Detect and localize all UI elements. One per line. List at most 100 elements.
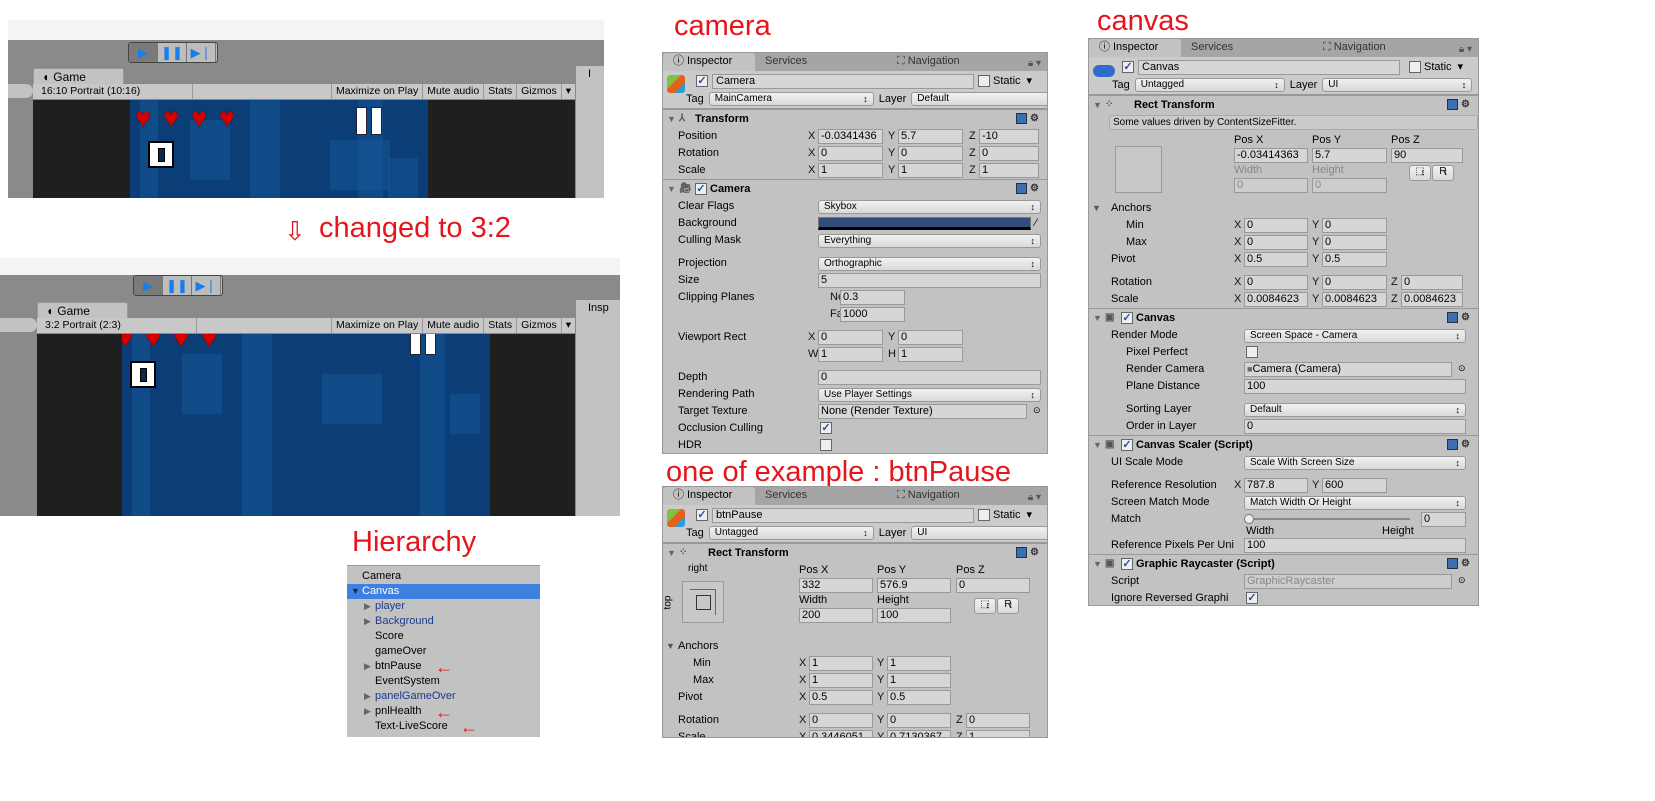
- value-field[interactable]: 0: [1322, 235, 1387, 250]
- expand-arrow-icon[interactable]: ▶: [364, 614, 371, 629]
- object-field[interactable]: GraphicRaycaster: [1244, 574, 1452, 589]
- value-field[interactable]: 0: [818, 330, 883, 345]
- step-icon[interactable]: ▶❘: [192, 276, 221, 295]
- dropdown[interactable]: Everything: [818, 234, 1041, 248]
- static-checkbox[interactable]: [1409, 61, 1421, 74]
- component-menu-icons[interactable]: ⚙: [1016, 547, 1039, 558]
- hierarchy-item-background[interactable]: ▶ Background: [347, 614, 540, 629]
- checkbox[interactable]: [820, 439, 832, 451]
- value-field[interactable]: 0: [818, 370, 1041, 385]
- checkbox[interactable]: ✓: [820, 422, 832, 434]
- hierarchy-item-btnpause[interactable]: ▶ btnPause ←: [347, 658, 540, 676]
- foldout-arrow-icon[interactable]: ▼: [1093, 100, 1102, 110]
- gizmos-chevron-icon[interactable]: ▾: [560, 318, 575, 333]
- size-field[interactable]: 0: [1234, 178, 1308, 193]
- value-field[interactable]: 1: [966, 730, 1030, 737]
- color-field[interactable]: [818, 217, 1031, 230]
- foldout-arrow-icon[interactable]: ▼: [667, 548, 676, 558]
- hierarchy-item-camera[interactable]: Camera: [347, 569, 540, 584]
- component-header[interactable]: ▼ ⁘ Rect Transform ⚙: [1089, 95, 1478, 114]
- pause-button[interactable]: [356, 107, 382, 135]
- component-menu-icons[interactable]: ⚙: [1447, 558, 1470, 569]
- value-field[interactable]: 0.0084623: [1401, 292, 1463, 307]
- aspect-dropdown[interactable]: 3:2 Portrait (2:3): [37, 318, 197, 333]
- pos-field[interactable]: 90: [1391, 148, 1463, 163]
- hierarchy-item-pnlhealth[interactable]: ▶ pnlHealth ←: [347, 703, 540, 721]
- hierarchy-item-canvas[interactable]: ▼ Canvas: [347, 584, 540, 599]
- name-input[interactable]: btnPause: [712, 508, 974, 523]
- blueprint-mode-button[interactable]: ⬚: [974, 598, 996, 614]
- raw-edit-button[interactable]: R: [1432, 165, 1454, 181]
- static-toggle[interactable]: Static ▾: [978, 508, 1032, 522]
- active-checkbox[interactable]: ✓: [696, 509, 708, 521]
- value-field[interactable]: 787.8: [1244, 478, 1308, 493]
- value-field[interactable]: 1: [809, 673, 873, 688]
- tab-services[interactable]: Services: [1181, 39, 1273, 57]
- pause-button[interactable]: [410, 334, 436, 355]
- component-header[interactable]: ▼ ⁘ Rect Transform ⚙: [663, 543, 1047, 562]
- value-field[interactable]: 1000: [840, 307, 905, 322]
- value-field[interactable]: 0: [1244, 235, 1308, 250]
- side-tab-label[interactable]: I: [576, 66, 604, 80]
- value-field[interactable]: 0: [809, 713, 873, 728]
- lock-icon[interactable]: 🔒︎ ▾: [1028, 55, 1041, 72]
- component-header[interactable]: ▼ ▣ ✓ Canvas ⚙: [1089, 308, 1478, 327]
- pause-icon[interactable]: ❚❚: [158, 43, 187, 62]
- component-header[interactable]: ▼ ▣ ✓ Graphic Raycaster (Script) ⚙: [1089, 554, 1478, 573]
- tab-inspector[interactable]: ⓘ Inspector: [1089, 39, 1181, 57]
- static-toggle[interactable]: Static ▾: [1409, 60, 1463, 74]
- anchor-preset-button[interactable]: [682, 581, 724, 623]
- toolbar-mute-audio[interactable]: Mute audio: [422, 318, 483, 333]
- static-toggle[interactable]: Static ▾: [978, 74, 1032, 88]
- toolbar-maximize-on-play[interactable]: Maximize on Play: [330, 84, 422, 99]
- value-field[interactable]: 1: [809, 656, 873, 671]
- lock-icon[interactable]: 🔒︎ ▾: [1459, 41, 1472, 58]
- object-field[interactable]: None (Render Texture): [818, 404, 1027, 419]
- value-field[interactable]: 5: [818, 273, 1041, 288]
- component-header[interactable]: ▼ ▣ ✓ Canvas Scaler (Script) ⚙: [1089, 435, 1478, 454]
- dropdown[interactable]: Skybox: [818, 200, 1041, 214]
- toolbar-gizmos[interactable]: Gizmos: [516, 84, 561, 99]
- value-field[interactable]: 1: [818, 163, 883, 178]
- checkbox[interactable]: ✓: [1246, 592, 1258, 604]
- static-checkbox[interactable]: [978, 509, 990, 522]
- component-menu-icons[interactable]: ⚙: [1447, 439, 1470, 450]
- active-checkbox[interactable]: ✓: [696, 75, 708, 87]
- value-field[interactable]: 0.0084623: [1244, 292, 1308, 307]
- active-checkbox[interactable]: ✓: [1122, 61, 1134, 73]
- value-field[interactable]: 0: [898, 146, 963, 161]
- value-field[interactable]: 0.3446051: [809, 730, 873, 737]
- blueprint-mode-button[interactable]: ⬚: [1409, 165, 1431, 181]
- hierarchy-item-score[interactable]: Score: [347, 629, 540, 644]
- component-enabled-checkbox[interactable]: ✓: [1121, 312, 1133, 324]
- value-field[interactable]: 0: [1244, 419, 1466, 434]
- toolbar-stats[interactable]: Stats: [483, 84, 516, 99]
- object-field[interactable]: ■Camera (Camera): [1244, 362, 1452, 377]
- component-menu-icons[interactable]: ⚙: [1016, 183, 1039, 194]
- component-menu-icons[interactable]: ⚙: [1447, 99, 1470, 110]
- size-field[interactable]: 200: [799, 608, 873, 623]
- value-field[interactable]: 0.3: [840, 290, 905, 305]
- toolbar-gizmos[interactable]: Gizmos: [516, 318, 561, 333]
- play-icon[interactable]: ▶: [129, 43, 158, 62]
- pause-icon[interactable]: ❚❚: [163, 276, 192, 295]
- hierarchy-item-player[interactable]: ▶ player: [347, 599, 540, 614]
- expand-arrow-icon[interactable]: ▶: [364, 689, 371, 704]
- size-field[interactable]: 100: [877, 608, 951, 623]
- value-field[interactable]: 1: [818, 347, 883, 362]
- tab-game[interactable]: ◖ Game: [37, 302, 128, 319]
- value-field[interactable]: 1: [979, 163, 1039, 178]
- tab-navigation[interactable]: ⛶ Navigation: [887, 487, 970, 505]
- tab-navigation[interactable]: ⛶ Navigation: [887, 53, 970, 71]
- layer-dropdown[interactable]: Default: [911, 92, 1047, 106]
- object-picker-icon[interactable]: ⊙: [1458, 575, 1466, 586]
- value-field[interactable]: 0: [966, 713, 1030, 728]
- component-enabled-checkbox[interactable]: ✓: [695, 183, 707, 195]
- component-enabled-checkbox[interactable]: ✓: [1121, 558, 1133, 570]
- hierarchy-item-eventsystem[interactable]: EventSystem: [347, 674, 540, 689]
- foldout-arrow-icon[interactable]: ▼: [1093, 559, 1102, 569]
- static-dropdown-icon[interactable]: ▾: [1458, 61, 1464, 73]
- tab-game[interactable]: ◖ Game: [33, 68, 124, 85]
- dropdown[interactable]: Screen Space - Camera: [1244, 329, 1466, 343]
- tag-dropdown[interactable]: MainCamera: [708, 92, 874, 106]
